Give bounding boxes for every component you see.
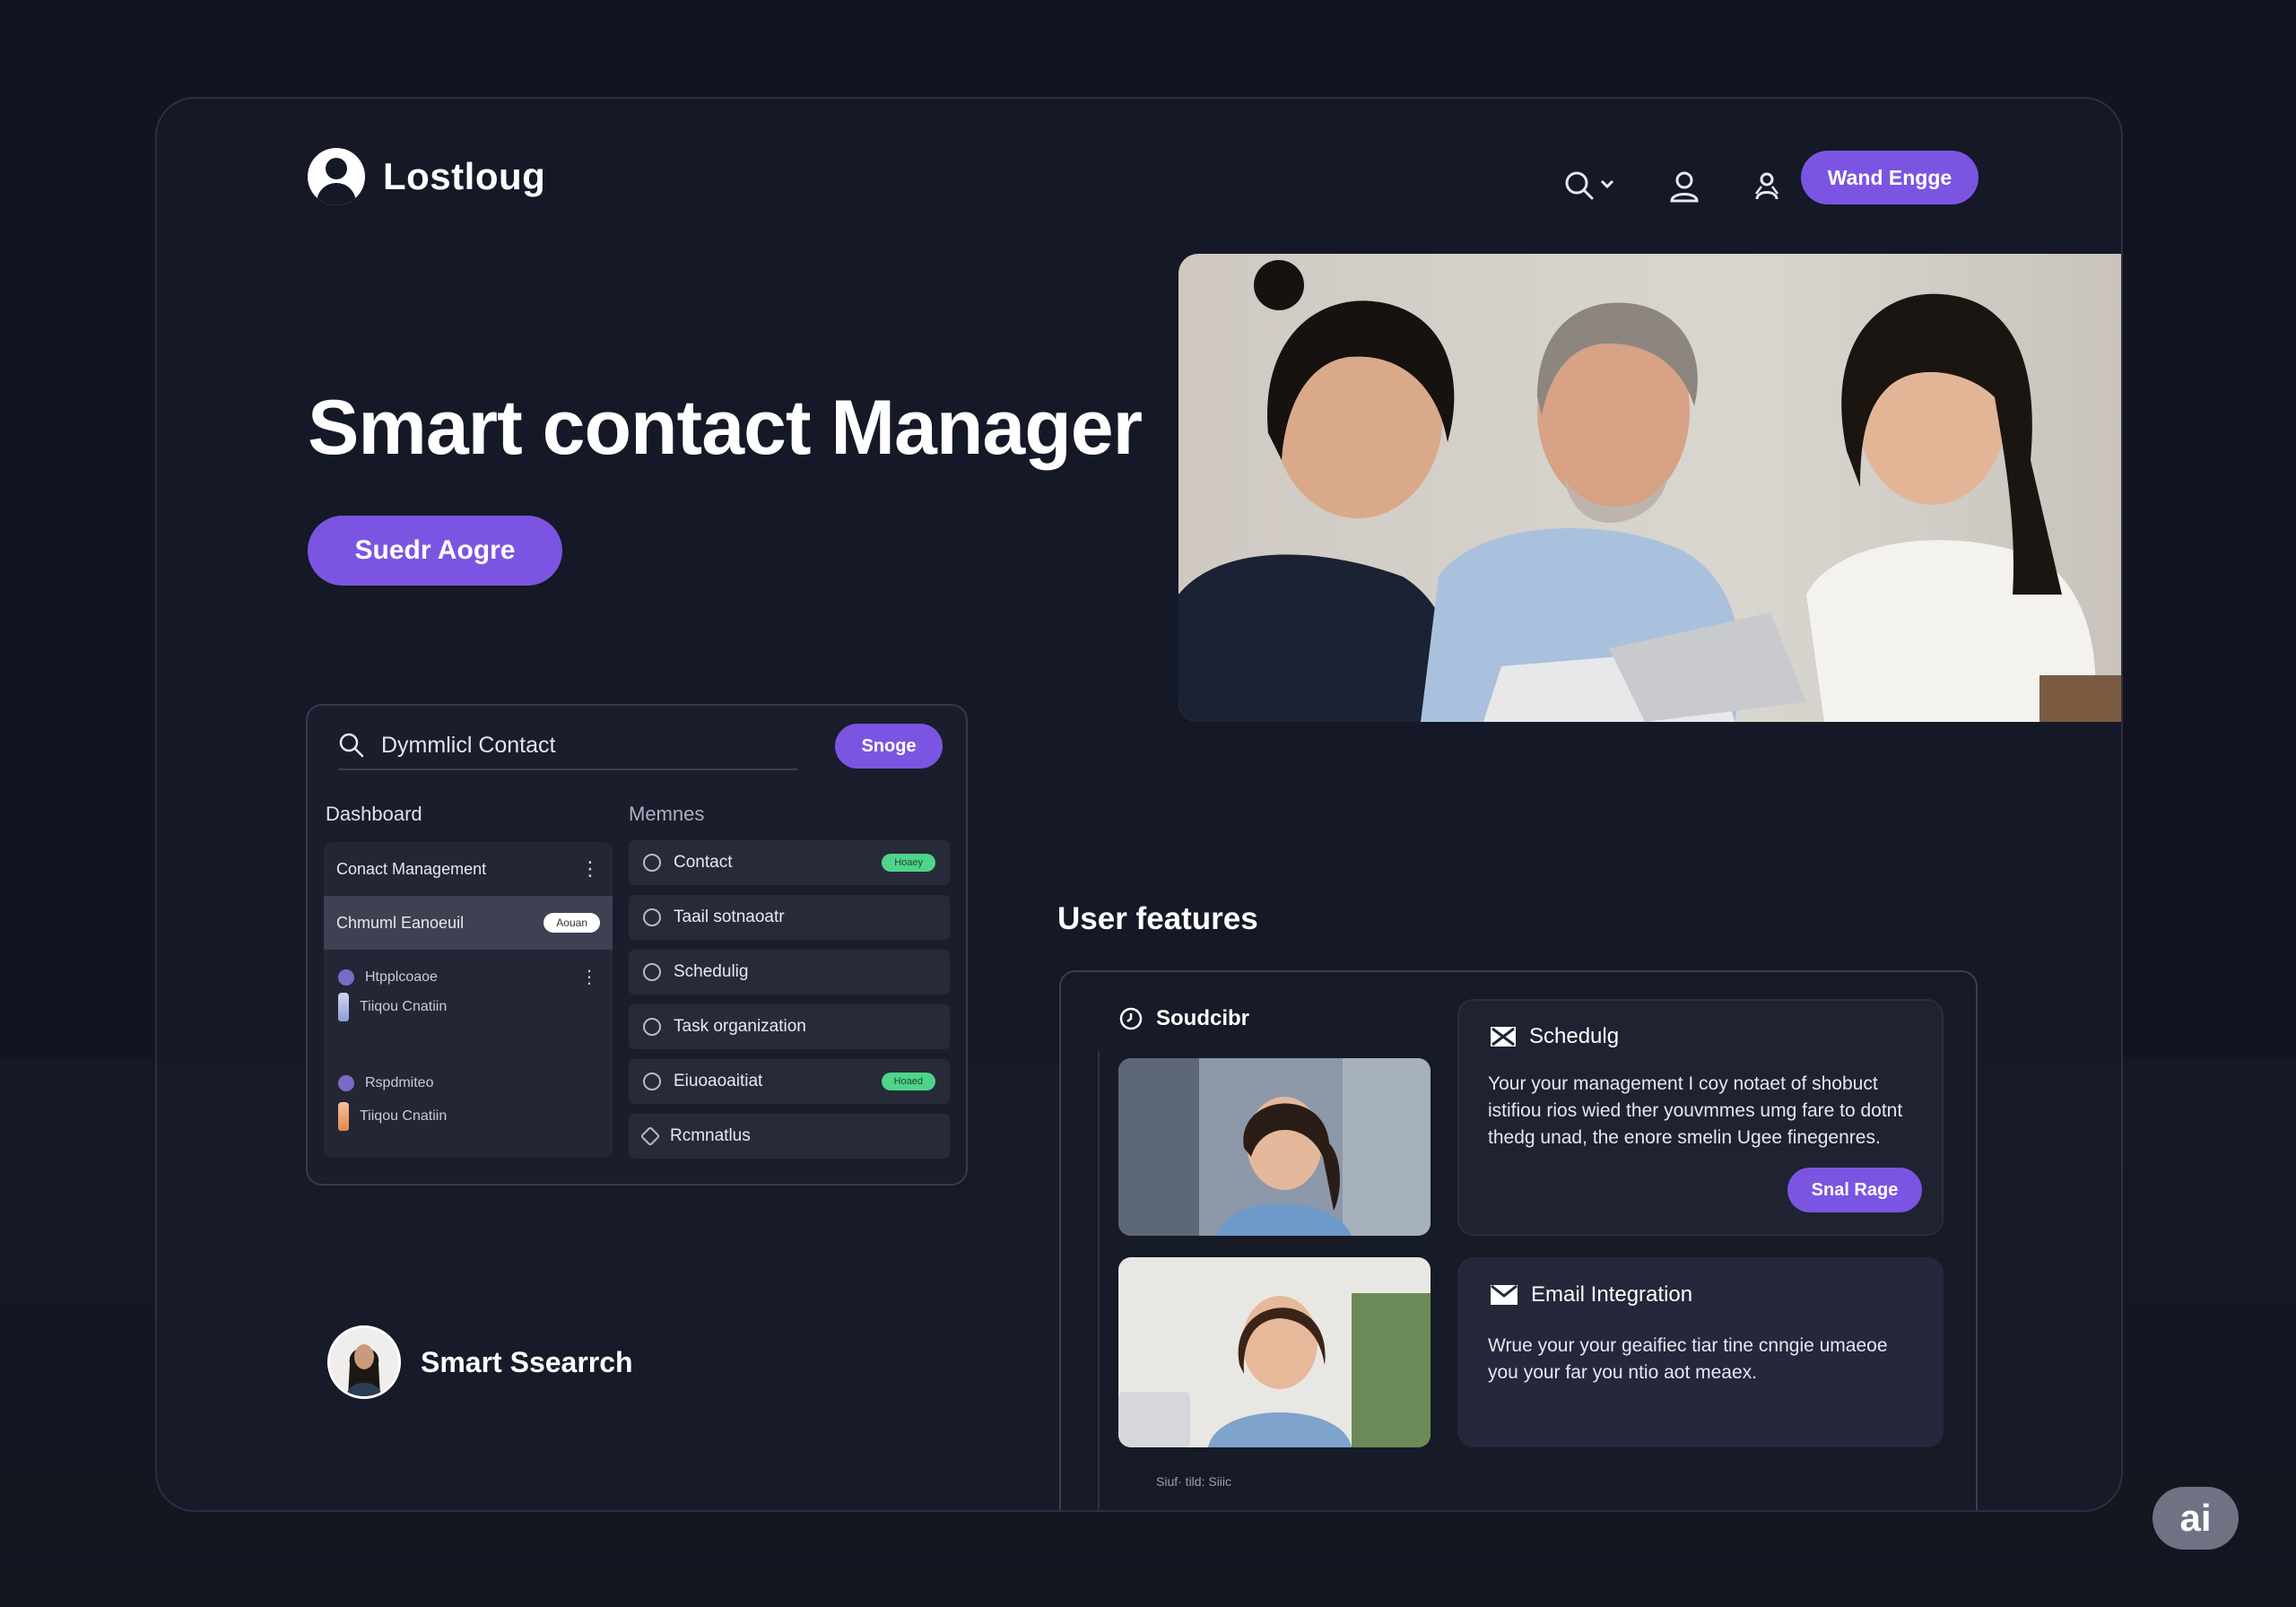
menu-item-scheduling[interactable]: Schedulig [629, 950, 950, 995]
user-features-panel: Soudcibr Schedulg Your your management I… [1059, 970, 1978, 1510]
diamond-icon [639, 1125, 661, 1147]
clock-icon [1119, 1007, 1143, 1030]
sidebar-item-label: Conact Management [336, 859, 487, 878]
status-badge: Hoaed [881, 1073, 935, 1090]
section-title: User features [1057, 901, 1258, 936]
envelope-x-icon [1491, 1027, 1516, 1047]
menu-item-label: Schedulig [674, 962, 749, 981]
more-icon[interactable]: ⋮ [580, 966, 598, 988]
list-item[interactable]: Tiiqou Cnatiin [338, 1102, 447, 1131]
sidebar-item-label: Chmuml Eanoeuil [336, 913, 465, 932]
user-photo-1 [1118, 1058, 1431, 1236]
list-item-label: Rspdmiteo [365, 1075, 434, 1090]
chevron-down-icon [1600, 179, 1614, 189]
feature-card-scheduling: Schedulg Your your management I coy nota… [1457, 999, 1944, 1236]
hero-cta-button[interactable]: Suedr Aogre [308, 516, 562, 586]
contact-search[interactable]: Dymmlicl Contact [338, 722, 798, 770]
brand-name: Lostloug [383, 155, 546, 197]
bottle-icon [338, 993, 349, 1021]
brand[interactable]: Lostloug [308, 148, 545, 205]
menu-item[interactable]: Eiuoaoaitiat Hoaed [629, 1059, 950, 1104]
sidebar-item-contact-management[interactable]: Conact Management ⋮ [324, 842, 613, 896]
menu-item-label: Task organization [674, 1017, 806, 1036]
card-title: Schedulg [1490, 1024, 1619, 1049]
ai-badge[interactable]: ai [2152, 1487, 2239, 1550]
status-dot-icon [338, 1075, 354, 1091]
list-item[interactable]: Rspdmiteo [338, 1075, 433, 1091]
panel-header: Soudcibr [1118, 1006, 1249, 1031]
menu-item-task-organization[interactable]: Task organization [629, 1004, 950, 1049]
search-submit-button[interactable]: Snoge [835, 724, 943, 769]
task-icon [643, 908, 661, 926]
checklist-icon [643, 1018, 661, 1036]
envelope-icon [1491, 1284, 1518, 1305]
menu-item-label: Rcmnatlus [670, 1126, 751, 1145]
divider [1098, 1051, 1100, 1510]
card-action-button[interactable]: Snal Rage [1787, 1168, 1922, 1212]
card-title: Email Integration [1490, 1282, 1692, 1307]
feature-card-email-integration: Email Integration Wrue your your geaifie… [1457, 1257, 1944, 1447]
smart-search-label: Smart Ssearrch [421, 1345, 633, 1378]
menu-item[interactable]: Taail sotnaoatr [629, 895, 950, 940]
menu-item[interactable]: Rcmnatlus [629, 1114, 950, 1159]
menu-item-label: Contact [674, 853, 733, 872]
smart-search-feature[interactable]: Smart Ssearrch [327, 1325, 633, 1399]
card-body: Your your management I coy notaet of sho… [1488, 1073, 1903, 1148]
dashboard-left-panel: Conact Management ⋮ Chmuml Eanoeuil Aoua… [324, 842, 613, 1158]
calendar-icon [643, 963, 661, 981]
list-item-label: Tiiqou Cnatiin [360, 999, 448, 1014]
menu-item-label: Eiuoaoaitiat [674, 1072, 763, 1090]
card-title-text: Email Integration [1531, 1282, 1693, 1307]
search-icon[interactable] [1561, 164, 1624, 209]
list-item-label: Htpplcoaoe [365, 969, 438, 985]
avatar [327, 1325, 401, 1399]
app-window: Lostloug Wand Engge Smart contact Manage… [155, 97, 2123, 1512]
dashboard-card: Dymmlicl Contact Snoge Dashboard Memnes … [306, 704, 968, 1186]
status-badge: Hoaey [882, 854, 935, 872]
integration-icon [643, 1073, 661, 1090]
bottle-icon [338, 1102, 349, 1131]
search-icon [339, 733, 364, 758]
dashboard-heading: Dashboard [326, 803, 422, 825]
list-item[interactable]: Tiiqou Cnatiin [338, 993, 447, 1021]
card-title-text: Schedulg [1529, 1024, 1620, 1048]
card-body: Wrue your your geaifiec tiar tine cnngie… [1488, 1335, 1888, 1383]
nav-cta-button[interactable]: Wand Engge [1801, 151, 1979, 204]
contact-icon [643, 854, 661, 872]
list-item[interactable]: Htpplcoaoe ⋮ [338, 966, 598, 988]
hero-team-photo [1178, 254, 2121, 722]
profile-icon[interactable] [1744, 164, 1789, 209]
status-badge: Aouan [544, 913, 600, 933]
user-photo-2 [1118, 1257, 1431, 1447]
list-item-label: Tiiqou Cnatiin [360, 1108, 448, 1124]
search-input[interactable]: Dymmlicl Contact [381, 733, 555, 759]
menus-heading: Memnes [629, 803, 705, 825]
user-avatar-icon [308, 148, 365, 205]
page-title: Smart contact Manager [308, 385, 1143, 471]
menu-item-contact[interactable]: Contact Hoaey [629, 840, 950, 885]
caption: Siuf· tild: Siiic [1156, 1474, 1232, 1489]
sidebar-item-active[interactable]: Chmuml Eanoeuil Aouan [324, 896, 613, 950]
status-dot-icon [338, 969, 354, 986]
panel-header-label: Soudcibr [1156, 1006, 1250, 1030]
user-icon[interactable] [1662, 164, 1707, 209]
nav-icons [1561, 161, 1789, 212]
more-icon[interactable]: ⋮ [580, 857, 600, 881]
menu-item-label: Taail sotnaoatr [674, 908, 785, 926]
